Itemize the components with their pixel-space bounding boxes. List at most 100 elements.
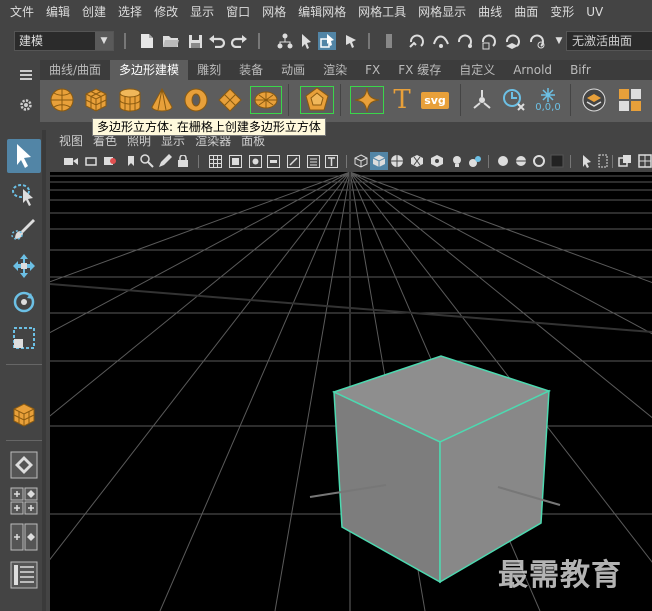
motion-blur-icon[interactable] — [496, 154, 510, 168]
menu-create[interactable]: 创建 — [76, 0, 112, 25]
anti-aliasing-icon[interactable] — [514, 154, 528, 168]
camera-select-icon[interactable] — [64, 154, 78, 168]
combine-icon[interactable] — [468, 86, 496, 114]
menu-uv[interactable]: UV — [580, 0, 609, 25]
snap-settings-icon[interactable] — [528, 32, 546, 50]
select-object-icon[interactable] — [298, 32, 316, 50]
four-view-layout-icon[interactable] — [7, 484, 41, 518]
isolate-select-icon[interactable] — [550, 154, 564, 168]
lasso-tool-icon[interactable] — [7, 177, 41, 211]
use-all-lights-icon[interactable] — [430, 154, 444, 168]
tab-rendering[interactable]: 渲染 — [314, 60, 356, 80]
poly-torus-icon[interactable] — [182, 86, 210, 114]
poly-plane-icon[interactable] — [216, 86, 244, 114]
snap-to-surface-icon[interactable] — [504, 32, 522, 50]
tab-animation[interactable]: 动画 — [272, 60, 314, 80]
grid-toggle-icon[interactable] — [208, 154, 222, 168]
poly-type-icon[interactable]: T — [388, 85, 416, 115]
menu-file[interactable]: 文件 — [4, 0, 40, 25]
wireframe-shading-icon[interactable] — [354, 154, 368, 168]
tab-arnold[interactable]: Arnold — [504, 60, 561, 80]
save-scene-icon[interactable] — [186, 32, 204, 50]
new-scene-icon[interactable] — [138, 32, 156, 50]
snap-to-grid-icon[interactable] — [408, 32, 426, 50]
poly-disc-icon[interactable] — [250, 86, 282, 114]
history-delete-icon[interactable] — [500, 86, 528, 114]
select-component-icon[interactable] — [318, 32, 336, 50]
shadows-icon[interactable] — [450, 154, 464, 168]
xray-joints-icon[interactable] — [596, 154, 610, 168]
super-shape-icon[interactable] — [350, 86, 384, 114]
smooth-shading-icon[interactable] — [370, 152, 388, 170]
snap-to-view-plane-icon[interactable] — [480, 32, 498, 50]
gate-mask-icon[interactable] — [266, 154, 280, 168]
tab-fx-caching[interactable]: FX 缓存 — [389, 60, 450, 80]
shelf-menu-icon[interactable] — [20, 69, 32, 83]
safe-title-icon[interactable] — [324, 154, 338, 168]
xray-icon[interactable] — [580, 154, 594, 168]
menu-mesh-tools[interactable]: 网格工具 — [352, 0, 412, 25]
freeze-transform-icon[interactable]: 0,0,0 — [532, 86, 564, 114]
tab-fx[interactable]: FX — [356, 60, 389, 80]
snap-to-curve-icon[interactable] — [432, 32, 450, 50]
menu-set-select[interactable]: 建模 ▼ — [14, 31, 114, 51]
single-perspective-layout-icon[interactable] — [7, 448, 41, 482]
image-plane-icon[interactable] — [124, 154, 138, 168]
live-surface-field[interactable]: 无激活曲面 — [566, 31, 652, 51]
menu-surfaces[interactable]: 曲面 — [508, 0, 544, 25]
camera-lock-icon[interactable] — [176, 154, 190, 168]
tab-rigging[interactable]: 装备 — [230, 60, 272, 80]
menu-curves[interactable]: 曲线 — [472, 0, 508, 25]
field-chart-icon[interactable] — [286, 154, 300, 168]
gear-icon[interactable] — [19, 98, 33, 115]
wireframe-on-shaded-icon[interactable] — [390, 154, 404, 168]
gamma-icon[interactable] — [638, 154, 652, 168]
tab-poly-modeling[interactable]: 多边形建模 — [110, 60, 189, 80]
resolution-gate-icon[interactable] — [248, 154, 262, 168]
menu-select[interactable]: 选择 — [112, 0, 148, 25]
2d-pan-zoom-icon[interactable] — [140, 154, 154, 168]
menu-edit[interactable]: 编辑 — [40, 0, 76, 25]
scale-tool-icon[interactable] — [7, 321, 41, 355]
menu-deform[interactable]: 变形 — [544, 0, 580, 25]
tab-curves-surfaces[interactable]: 曲线/曲面 — [40, 60, 110, 80]
open-scene-icon[interactable] — [162, 32, 180, 50]
tab-custom[interactable]: 自定义 — [450, 60, 504, 80]
select-hierarchy-icon[interactable] — [276, 32, 294, 50]
menu-modify[interactable]: 修改 — [148, 0, 184, 25]
chevron-down-icon[interactable]: ▼ — [95, 32, 113, 50]
depth-of-field-icon[interactable] — [532, 154, 546, 168]
bookmark-icon[interactable] — [102, 154, 116, 168]
poly-cone-icon[interactable] — [148, 86, 176, 114]
last-used-cube-icon[interactable] — [7, 398, 41, 432]
poly-cylinder-icon[interactable] — [116, 86, 144, 114]
undo-icon[interactable] — [208, 32, 226, 50]
move-tool-icon[interactable] — [7, 249, 41, 283]
exposure-icon[interactable] — [618, 154, 632, 168]
menu-window[interactable]: 窗口 — [220, 0, 256, 25]
perspective-viewport[interactable] — [50, 172, 652, 611]
select-by-component-icon[interactable] — [342, 32, 360, 50]
poly-sphere-icon[interactable] — [48, 86, 76, 114]
outliner-layout-icon[interactable] — [7, 558, 41, 592]
rotate-tool-icon[interactable] — [7, 285, 41, 319]
grease-pencil-icon[interactable] — [158, 154, 172, 168]
lock-selection-icon[interactable] — [380, 32, 398, 50]
screen-space-ao-icon[interactable] — [468, 154, 482, 168]
menu-edit-mesh[interactable]: 编辑网格 — [292, 0, 352, 25]
platonic-solid-icon[interactable] — [300, 86, 334, 114]
two-view-layout-icon[interactable] — [7, 520, 41, 554]
menu-mesh[interactable]: 网格 — [256, 0, 292, 25]
poly-cube-icon[interactable] — [82, 86, 110, 114]
tab-bifrost[interactable]: Bifr — [561, 60, 600, 80]
select-tool-icon[interactable] — [7, 139, 41, 173]
film-gate-icon[interactable] — [228, 154, 242, 168]
snap-to-point-icon[interactable] — [456, 32, 474, 50]
uv-layout-icon[interactable] — [616, 86, 644, 114]
svg-tool-icon[interactable]: svg — [420, 86, 450, 114]
paint-select-tool-icon[interactable] — [7, 213, 41, 247]
tab-sculpting[interactable]: 雕刻 — [188, 60, 230, 80]
camera-attributes-icon[interactable] — [84, 154, 98, 168]
safe-action-icon[interactable] — [306, 154, 320, 168]
textured-icon[interactable] — [410, 154, 424, 168]
